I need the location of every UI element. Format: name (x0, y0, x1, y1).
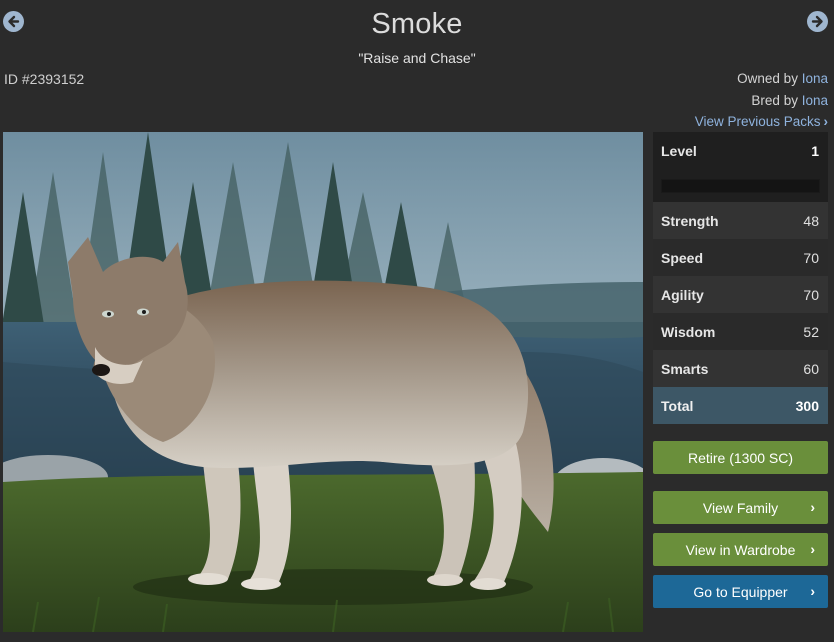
bred-by-label: Bred by (751, 93, 798, 108)
previous-packs-link[interactable]: View Previous Packs (695, 114, 821, 129)
view-previous-packs[interactable]: View Previous Packs › (695, 114, 828, 129)
stat-label: Agility (661, 286, 704, 303)
chevron-right-icon: › (810, 541, 815, 557)
view-in-wardrobe-label: View in Wardrobe (685, 541, 796, 558)
chevron-right-icon: › (823, 114, 829, 129)
experience-bar-row (653, 169, 828, 202)
wolf-id: ID #2393152 (4, 71, 85, 87)
bred-by-line: Bred by Iona (751, 93, 828, 108)
go-to-equipper-label: Go to Equipper (693, 583, 788, 600)
stat-label: Smarts (661, 360, 709, 377)
owned-by-line: Owned by Iona (737, 71, 828, 86)
retire-button-label: Retire (1300 SC) (687, 449, 794, 466)
stat-value: 70 (803, 286, 819, 303)
stat-row-speed: Speed 70 (653, 239, 828, 276)
stat-value: 52 (803, 323, 819, 340)
owner-link[interactable]: Iona (802, 71, 828, 86)
stat-label: Wisdom (661, 323, 716, 340)
owned-by-label: Owned by (737, 71, 798, 86)
stat-value: 48 (803, 212, 819, 229)
level-label: Level (661, 142, 697, 159)
view-family-label: View Family (702, 499, 779, 516)
experience-bar (661, 178, 820, 193)
view-family-button[interactable]: View Family › (653, 491, 828, 524)
retire-button[interactable]: Retire (1300 SC) (653, 441, 828, 474)
wolf-name: Smoke (371, 8, 463, 40)
chevron-right-icon: › (810, 499, 815, 515)
chevron-right-icon: › (810, 583, 815, 599)
stat-row-smarts: Smarts 60 (653, 350, 828, 387)
stat-row-strength: Strength 48 (653, 202, 828, 239)
total-label: Total (661, 397, 694, 414)
stat-row-total: Total 300 (653, 387, 828, 424)
wolf-subtitle: "Raise and Chase" (358, 50, 476, 66)
stat-row-wisdom: Wisdom 52 (653, 313, 828, 350)
breeder-link[interactable]: Iona (802, 93, 828, 108)
stat-label: Strength (661, 212, 719, 229)
stat-value: 70 (803, 249, 819, 266)
stat-label: Speed (661, 249, 704, 266)
stat-row-agility: Agility 70 (653, 276, 828, 313)
level-row: Level 1 (653, 132, 828, 169)
go-to-equipper-button[interactable]: Go to Equipper › (653, 575, 828, 608)
level-value: 1 (811, 142, 819, 159)
stats-panel: Level 1 Strength 48 Speed 70 Agility 70 … (653, 132, 828, 424)
stat-value: 60 (803, 360, 819, 377)
total-value: 300 (795, 397, 819, 414)
wolf-image (3, 132, 643, 632)
view-in-wardrobe-button[interactable]: View in Wardrobe › (653, 533, 828, 566)
